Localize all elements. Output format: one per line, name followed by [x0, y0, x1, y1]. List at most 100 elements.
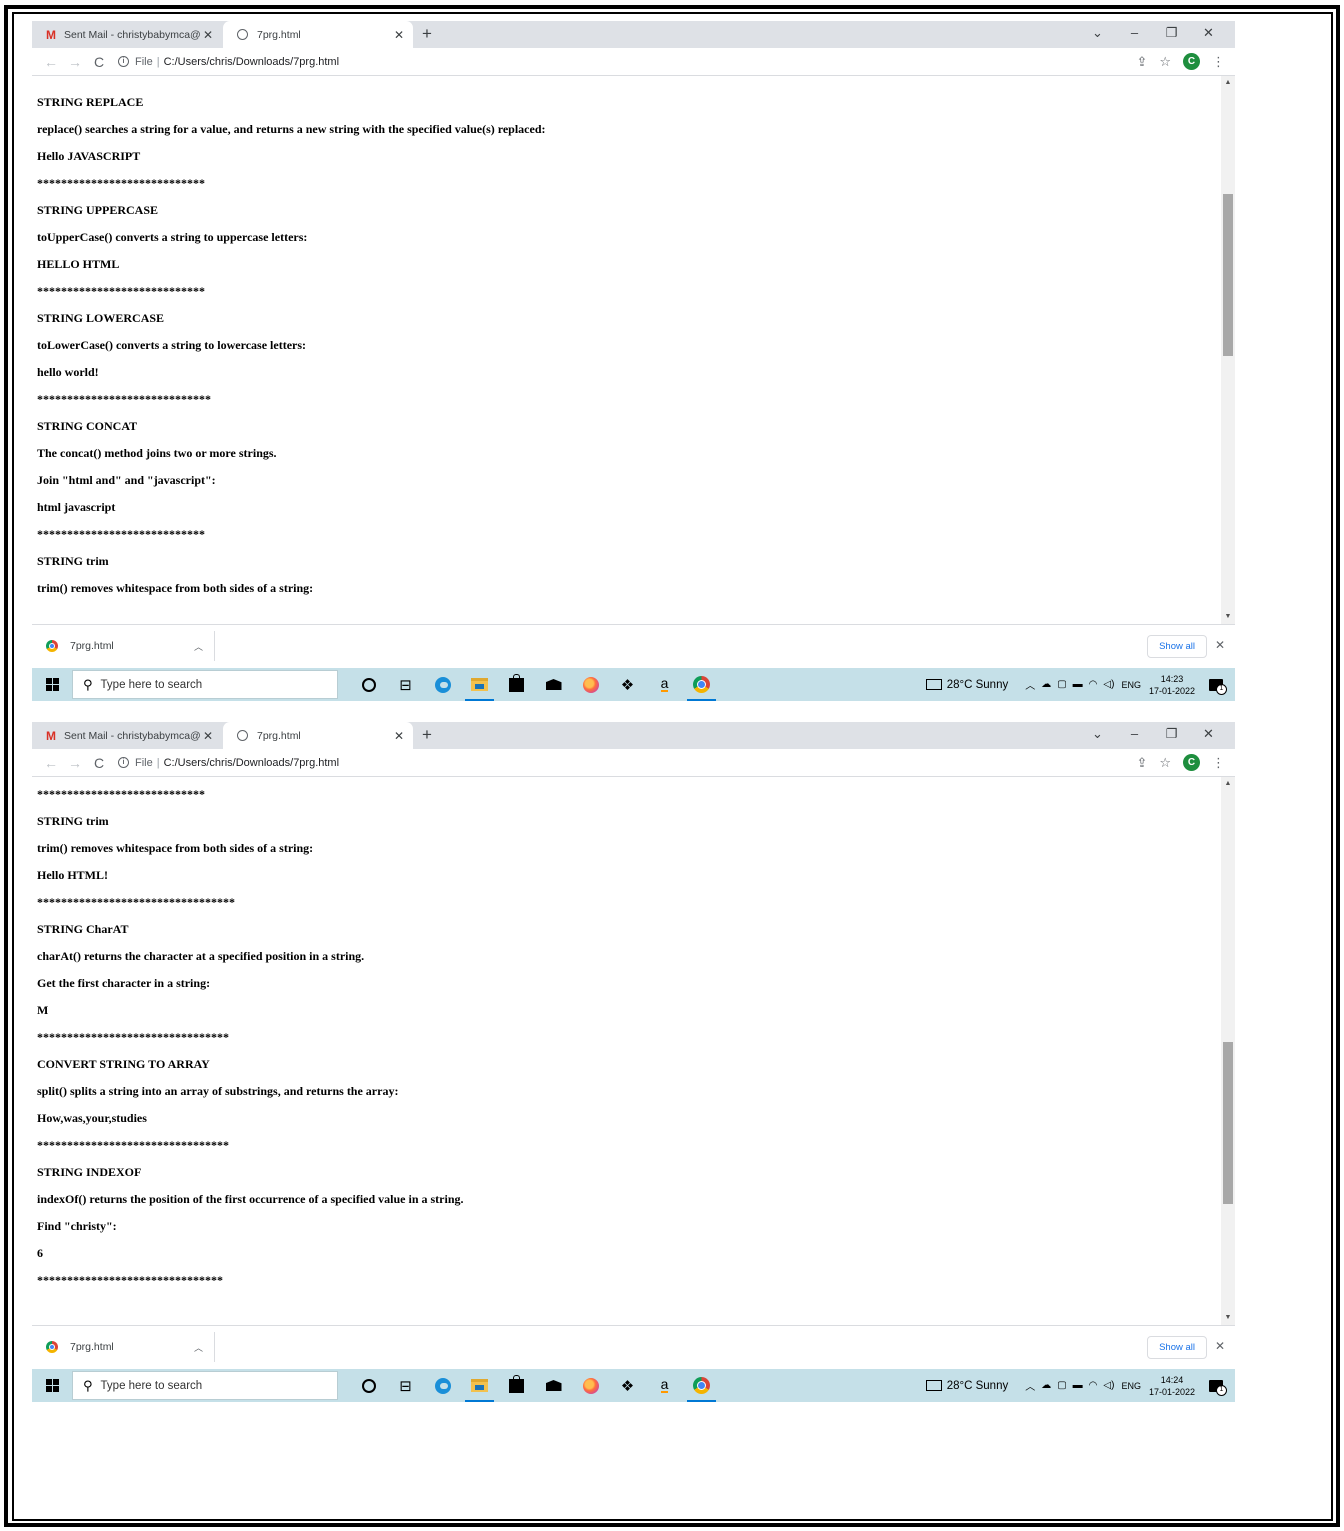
tab-7prg[interactable]: 7prg.html ✕: [223, 722, 413, 749]
tab-gmail[interactable]: M Sent Mail - christybabymca@gm ✕: [32, 21, 222, 48]
address-bar[interactable]: i File | C:/Users/chris/Downloads/7prg.h…: [118, 51, 1136, 73]
clock[interactable]: 14:24 17-01-2022: [1149, 1374, 1195, 1398]
task-view-button[interactable]: ⊟: [387, 1369, 424, 1402]
dropbox-button[interactable]: ❖: [609, 668, 646, 701]
forward-button[interactable]: →: [64, 755, 86, 771]
scroll-down-icon[interactable]: ▼: [1221, 1311, 1235, 1325]
start-button[interactable]: [32, 1369, 72, 1402]
dropbox-button[interactable]: ❖: [609, 1369, 646, 1402]
chevron-down-icon[interactable]: ⌄: [1079, 25, 1116, 41]
amazon-button[interactable]: a: [646, 1369, 683, 1402]
notification-icon[interactable]: [1209, 1379, 1227, 1396]
weather-text[interactable]: 28°C Sunny: [947, 679, 1009, 691]
file-explorer-button[interactable]: [461, 668, 498, 701]
chevron-up-icon[interactable]: ︿: [1025, 1378, 1035, 1393]
restore-button[interactable]: ❐: [1153, 25, 1190, 41]
menu-icon[interactable]: ⋮: [1212, 54, 1225, 70]
close-icon[interactable]: ✕: [1215, 638, 1225, 652]
reload-button[interactable]: C: [88, 54, 110, 70]
chrome-button[interactable]: [683, 1369, 720, 1402]
back-button[interactable]: ←: [40, 755, 62, 771]
taskbar-search[interactable]: ⚲ Type here to search: [72, 1371, 338, 1400]
info-icon[interactable]: i: [118, 757, 129, 768]
volume-icon[interactable]: ◁): [1103, 679, 1114, 690]
share-icon[interactable]: ⇪: [1136, 755, 1147, 771]
star-icon[interactable]: ☆: [1159, 54, 1171, 70]
chevron-up-icon[interactable]: ︿: [1025, 677, 1035, 692]
close-window-button[interactable]: ✕: [1190, 726, 1227, 742]
new-tab-button[interactable]: +: [422, 24, 432, 44]
avatar[interactable]: C: [1183, 53, 1200, 70]
tab-gmail[interactable]: M Sent Mail - christybabymca@gm ✕: [32, 722, 222, 749]
firefox-button[interactable]: [572, 1369, 609, 1402]
chevron-down-icon[interactable]: ⌄: [1079, 726, 1116, 742]
tab-7prg[interactable]: 7prg.html ✕: [223, 21, 413, 48]
tab-strip: M Sent Mail - christybabymca@gm ✕ 7prg.h…: [32, 722, 1235, 749]
cloud-icon[interactable]: ☁: [1041, 1380, 1051, 1391]
close-icon[interactable]: ✕: [391, 28, 407, 42]
chrome-button[interactable]: [683, 668, 720, 701]
avatar[interactable]: C: [1183, 754, 1200, 771]
language-indicator[interactable]: ENG: [1121, 680, 1141, 690]
mail-button[interactable]: [535, 1369, 572, 1402]
file-explorer-button[interactable]: [461, 1369, 498, 1402]
cortana-button[interactable]: [350, 1369, 387, 1402]
cortana-button[interactable]: [350, 668, 387, 701]
store-button[interactable]: [498, 668, 535, 701]
menu-icon[interactable]: ⋮: [1212, 755, 1225, 771]
close-icon[interactable]: ✕: [200, 28, 216, 42]
meet-icon[interactable]: ▢: [1057, 1380, 1066, 1391]
weather-text[interactable]: 28°C Sunny: [947, 1380, 1009, 1392]
info-icon[interactable]: i: [118, 56, 129, 67]
wifi-icon[interactable]: ◠: [1089, 679, 1098, 690]
edge-button[interactable]: [424, 668, 461, 701]
taskbar-search[interactable]: ⚲ Type here to search: [72, 670, 338, 699]
show-all-button[interactable]: Show all: [1147, 635, 1207, 658]
volume-icon[interactable]: ◁): [1103, 1380, 1114, 1391]
minimize-button[interactable]: –: [1116, 25, 1153, 41]
system-tray: 28°C Sunny ︿ ☁ ▢ ▬ ◠ ◁) ENG 14:23 17-01-…: [925, 673, 1235, 697]
minimize-button[interactable]: –: [1116, 726, 1153, 742]
language-indicator[interactable]: ENG: [1121, 1381, 1141, 1391]
star-icon[interactable]: ☆: [1159, 755, 1171, 771]
show-all-button[interactable]: Show all: [1147, 1336, 1207, 1359]
download-item[interactable]: 7prg.html ︿: [40, 1332, 215, 1362]
clock[interactable]: 14:23 17-01-2022: [1149, 673, 1195, 697]
start-button[interactable]: [32, 668, 72, 701]
mail-button[interactable]: [535, 668, 572, 701]
close-icon[interactable]: ✕: [200, 729, 216, 743]
scroll-up-icon[interactable]: ▲: [1221, 76, 1235, 90]
meet-icon[interactable]: ▢: [1057, 679, 1066, 690]
new-tab-button[interactable]: +: [422, 725, 432, 745]
chevron-up-icon[interactable]: ︿: [194, 1341, 214, 1354]
scroll-down-icon[interactable]: ▼: [1221, 610, 1235, 624]
scroll-up-icon[interactable]: ▲: [1221, 777, 1235, 791]
battery-icon[interactable]: ▬: [1073, 679, 1083, 690]
weather-icon[interactable]: [925, 1380, 942, 1391]
restore-button[interactable]: ❐: [1153, 726, 1190, 742]
weather-icon[interactable]: [925, 679, 942, 690]
edge-button[interactable]: [424, 1369, 461, 1402]
download-item[interactable]: 7prg.html ︿: [40, 631, 215, 661]
close-icon[interactable]: ✕: [391, 729, 407, 743]
wifi-icon[interactable]: ◠: [1089, 1380, 1098, 1391]
vertical-scrollbar[interactable]: ▲ ▼: [1221, 76, 1235, 624]
task-view-button[interactable]: ⊟: [387, 668, 424, 701]
back-button[interactable]: ←: [40, 54, 62, 70]
share-icon[interactable]: ⇪: [1136, 54, 1147, 70]
battery-icon[interactable]: ▬: [1073, 1380, 1083, 1391]
store-button[interactable]: [498, 1369, 535, 1402]
reload-button[interactable]: C: [88, 755, 110, 771]
forward-button[interactable]: →: [64, 54, 86, 70]
close-window-button[interactable]: ✕: [1190, 25, 1227, 41]
scrollbar-thumb[interactable]: [1223, 193, 1233, 356]
amazon-button[interactable]: a: [646, 668, 683, 701]
firefox-button[interactable]: [572, 668, 609, 701]
close-icon[interactable]: ✕: [1215, 1339, 1225, 1353]
chevron-up-icon[interactable]: ︿: [194, 640, 214, 653]
scrollbar-thumb[interactable]: [1223, 1041, 1233, 1204]
cloud-icon[interactable]: ☁: [1041, 679, 1051, 690]
notification-icon[interactable]: [1209, 678, 1227, 695]
address-bar[interactable]: i File | C:/Users/chris/Downloads/7prg.h…: [118, 752, 1136, 774]
vertical-scrollbar[interactable]: ▲ ▼: [1221, 777, 1235, 1325]
